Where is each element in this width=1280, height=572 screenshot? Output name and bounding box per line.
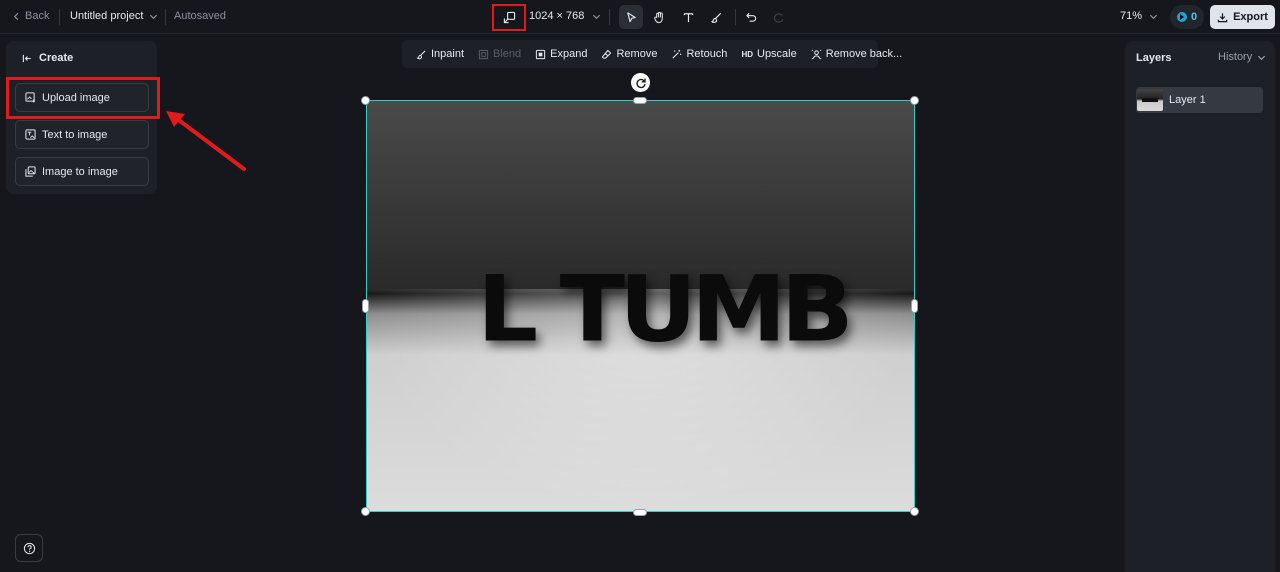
- back-label: Back: [25, 10, 50, 22]
- canvas-size: 1024 × 768: [529, 10, 585, 22]
- zoom-level: 71%: [1120, 10, 1143, 22]
- redo-icon: [773, 12, 783, 23]
- retouch-button[interactable]: Retouch: [664, 48, 734, 60]
- resize-handle-top-right[interactable]: [910, 96, 919, 105]
- autosave-status: Autosaved: [174, 10, 226, 22]
- layer-item[interactable]: Layer 1: [1136, 87, 1263, 113]
- remove-label: Remove: [616, 48, 658, 60]
- divider: [59, 9, 60, 25]
- upscale-label: Upscale: [757, 48, 797, 60]
- image-to-image-label: Image to image: [42, 165, 118, 178]
- eraser-icon: [602, 49, 612, 59]
- inpaint-label: Inpaint: [431, 48, 465, 60]
- canvas-image[interactable]: L TUMB: [366, 100, 915, 512]
- blend-label: Blend: [493, 48, 522, 60]
- remove-background-button[interactable]: Remove back...: [804, 48, 909, 60]
- select-tool-button[interactable]: [619, 5, 643, 29]
- remove-button[interactable]: Remove: [594, 48, 664, 60]
- credits-icon: [1176, 12, 1187, 22]
- rotate-handle[interactable]: [631, 73, 650, 92]
- remove-background-label: Remove back...: [825, 48, 903, 60]
- resize-handle-left[interactable]: [362, 299, 369, 313]
- chevron-down-icon: [1149, 14, 1158, 19]
- resize-handle-bottom[interactable]: [633, 509, 647, 516]
- upload-image-highlight: [6, 77, 160, 119]
- download-icon: [1217, 12, 1228, 22]
- text-tool-button[interactable]: [676, 5, 700, 29]
- chevron-left-icon: [13, 12, 19, 20]
- edit-toolbar: Inpaint Blend Expand Remove Retouch HD U…: [402, 40, 902, 68]
- text-icon: [683, 12, 693, 22]
- project-name: Untitled project: [70, 10, 144, 22]
- inpaint-button[interactable]: Inpaint: [409, 48, 471, 60]
- upscale-button[interactable]: HD Upscale: [734, 48, 803, 60]
- resize-handle-top[interactable]: [633, 97, 647, 104]
- red-arrow-annotation: [166, 111, 246, 171]
- divider: [735, 9, 736, 25]
- expand-label: Expand: [550, 48, 588, 60]
- resize-icon: [503, 11, 515, 24]
- create-panel-header[interactable]: Create: [22, 52, 73, 64]
- create-title: Create: [39, 52, 74, 64]
- text-to-image-button[interactable]: Text to image: [15, 120, 149, 149]
- layer-thumbnail: [1137, 89, 1163, 111]
- text-to-image-icon: [25, 129, 36, 140]
- back-button[interactable]: Back: [12, 10, 49, 22]
- canvas-size-dropdown[interactable]: 1024 × 768: [529, 10, 601, 22]
- export-button[interactable]: Export: [1210, 5, 1275, 29]
- resize-handle-bottom-left[interactable]: [361, 507, 370, 516]
- resize-canvas-button[interactable]: [492, 4, 526, 31]
- blend-button[interactable]: Blend: [471, 48, 528, 60]
- help-icon: [23, 542, 35, 554]
- cursor-icon: [626, 11, 636, 22]
- undo-button[interactable]: [739, 5, 763, 29]
- image-3d-text: L TUMB: [477, 255, 854, 363]
- expand-button[interactable]: Expand: [528, 48, 594, 60]
- remove-background-icon: [811, 49, 822, 59]
- magic-wand-icon: [672, 49, 682, 59]
- hand-tool-button[interactable]: [647, 5, 671, 29]
- divider: [609, 9, 610, 25]
- chevron-down-icon: [150, 14, 158, 19]
- export-label: Export: [1233, 11, 1268, 23]
- layers-tab[interactable]: Layers: [1136, 52, 1171, 64]
- help-button[interactable]: [15, 534, 43, 562]
- collapse-left-icon: [22, 54, 31, 62]
- resize-handle-bottom-right[interactable]: [910, 507, 919, 516]
- expand-icon: [536, 49, 546, 59]
- text-to-image-label: Text to image: [42, 128, 108, 141]
- hand-icon: [653, 11, 663, 23]
- brush-icon: [710, 12, 721, 23]
- layer-label: Layer 1: [1169, 94, 1206, 106]
- layers-panel: Layers History Layer 1: [1125, 41, 1275, 572]
- undo-icon: [745, 12, 756, 22]
- history-label: History: [1218, 51, 1253, 63]
- zoom-dropdown[interactable]: 71%: [1120, 10, 1158, 22]
- project-name-dropdown[interactable]: Untitled project: [70, 10, 158, 22]
- chevron-down-icon: [1258, 55, 1266, 60]
- retouch-label: Retouch: [686, 48, 728, 60]
- credits-badge[interactable]: 0: [1170, 5, 1204, 29]
- divider: [165, 9, 166, 25]
- brush-tool-button[interactable]: [704, 5, 728, 29]
- chevron-down-icon: [593, 14, 601, 19]
- inpaint-icon: [416, 49, 426, 59]
- image-to-image-icon: [25, 166, 36, 177]
- resize-handle-top-left[interactable]: [361, 96, 370, 105]
- history-dropdown[interactable]: History: [1218, 51, 1266, 63]
- image-to-image-button[interactable]: Image to image: [15, 157, 149, 186]
- rotate-icon: [635, 78, 646, 88]
- credits-count: 0: [1190, 11, 1198, 23]
- top-bar: Back Untitled project Autosaved 1024 × 7…: [0, 0, 1280, 34]
- resize-handle-right[interactable]: [911, 299, 918, 313]
- redo-button[interactable]: [766, 5, 790, 29]
- hd-icon: HD: [741, 49, 753, 59]
- blend-icon: [478, 49, 489, 59]
